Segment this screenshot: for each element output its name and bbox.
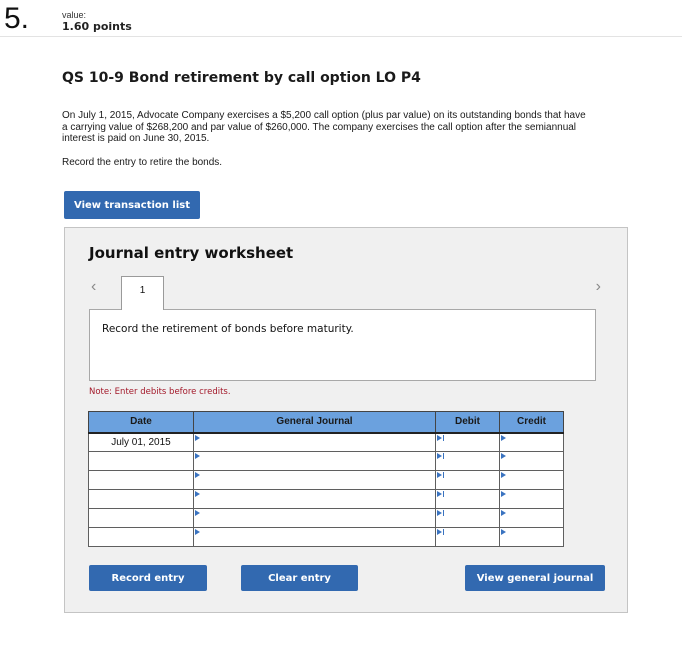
column-header-credit: Credit <box>499 411 564 434</box>
dropdown-marker-icon <box>195 529 200 535</box>
account-select[interactable] <box>194 509 435 527</box>
worksheet-tab-1[interactable]: 1 <box>121 276 164 310</box>
debit-input[interactable] <box>436 509 499 527</box>
journal-header-row: Date General Journal Debit Credit <box>88 411 564 434</box>
cursor-bar-icon <box>443 529 444 535</box>
dropdown-marker-icon <box>195 434 200 441</box>
credit-input[interactable] <box>500 528 563 546</box>
date-cell <box>88 470 194 490</box>
dropdown-marker-icon <box>437 434 442 441</box>
dropdown-marker-icon <box>195 472 200 478</box>
debit-cell <box>435 432 500 452</box>
problem-title: QS 10-9 Bond retirement by call option L… <box>62 70 421 86</box>
journal-row <box>88 451 564 471</box>
problem-instruction: Record the entry to retire the bonds. <box>62 157 223 168</box>
chevron-right-icon[interactable]: › <box>596 278 601 296</box>
credit-cell <box>499 527 564 547</box>
date-cell <box>88 451 194 471</box>
dropdown-marker-icon <box>195 453 200 459</box>
dropdown-marker-icon <box>501 472 506 478</box>
entry-note: Note: Enter debits before credits. <box>89 387 231 397</box>
dropdown-marker-icon <box>501 529 506 535</box>
debit-input[interactable] <box>436 490 499 508</box>
column-header-general-journal: General Journal <box>193 411 436 434</box>
date-cell <box>88 508 194 528</box>
debit-input[interactable] <box>436 471 499 489</box>
credit-cell <box>499 470 564 490</box>
account-cell <box>193 527 436 547</box>
debit-cell <box>435 527 500 547</box>
account-cell <box>193 451 436 471</box>
journal-row <box>88 527 564 547</box>
entry-description-box: Record the retirement of bonds before ma… <box>89 309 596 381</box>
journal-row <box>88 470 564 490</box>
date-cell: July 01, 2015 <box>88 432 194 452</box>
points-value: 1.60 points <box>62 20 132 33</box>
debit-input[interactable] <box>436 528 499 546</box>
credit-cell <box>499 489 564 509</box>
column-header-date: Date <box>88 411 194 434</box>
chevron-left-icon[interactable]: ‹ <box>91 278 96 296</box>
dropdown-marker-icon <box>437 529 442 535</box>
credit-cell <box>499 432 564 452</box>
dropdown-marker-icon <box>501 453 506 459</box>
journal-table: Date General Journal Debit Credit July 0… <box>88 411 564 547</box>
account-cell <box>193 432 436 452</box>
journal-row <box>88 489 564 509</box>
debit-cell <box>435 470 500 490</box>
account-select[interactable] <box>194 528 435 546</box>
journal-row <box>88 508 564 528</box>
dropdown-marker-icon <box>501 510 506 516</box>
date-cell <box>88 489 194 509</box>
dropdown-marker-icon <box>437 491 442 497</box>
account-cell <box>193 470 436 490</box>
cursor-bar-icon <box>443 453 444 459</box>
dropdown-marker-icon <box>195 491 200 497</box>
clear-entry-button[interactable]: Clear entry <box>241 565 358 591</box>
account-select[interactable] <box>194 471 435 489</box>
cursor-bar-icon <box>443 434 444 441</box>
dropdown-marker-icon <box>501 491 506 497</box>
question-number: 5. <box>4 2 30 35</box>
date-cell <box>88 527 194 547</box>
credit-input[interactable] <box>500 452 563 470</box>
account-select[interactable] <box>194 452 435 470</box>
account-select[interactable] <box>194 433 435 451</box>
cursor-bar-icon <box>443 491 444 497</box>
dropdown-marker-icon <box>437 510 442 516</box>
account-select[interactable] <box>194 490 435 508</box>
view-transaction-list-button[interactable]: View transaction list <box>64 191 200 219</box>
record-entry-button[interactable]: Record entry <box>89 565 207 591</box>
journal-row: July 01, 2015 <box>88 432 564 452</box>
credit-cell <box>499 451 564 471</box>
credit-cell <box>499 508 564 528</box>
problem-text: On July 1, 2015, Advocate Company exerci… <box>62 110 586 144</box>
journal-entry-worksheet: Journal entry worksheet ‹ › 1 Record the… <box>64 227 628 613</box>
cursor-bar-icon <box>443 510 444 516</box>
view-general-journal-button[interactable]: View general journal <box>465 565 605 591</box>
debit-cell <box>435 489 500 509</box>
dropdown-marker-icon <box>195 510 200 516</box>
debit-cell <box>435 451 500 471</box>
worksheet-title: Journal entry worksheet <box>89 244 294 262</box>
column-header-debit: Debit <box>435 411 500 434</box>
debit-input[interactable] <box>436 452 499 470</box>
dropdown-marker-icon <box>437 472 442 478</box>
credit-input[interactable] <box>500 509 563 527</box>
entry-description: Record the retirement of bonds before ma… <box>102 323 354 335</box>
debit-cell <box>435 508 500 528</box>
credit-input[interactable] <box>500 433 563 451</box>
debit-input[interactable] <box>436 433 499 451</box>
dropdown-marker-icon <box>437 453 442 459</box>
cursor-bar-icon <box>443 472 444 478</box>
dropdown-marker-icon <box>501 434 506 441</box>
account-cell <box>193 489 436 509</box>
value-label: value: <box>62 10 87 20</box>
credit-input[interactable] <box>500 471 563 489</box>
credit-input[interactable] <box>500 490 563 508</box>
account-cell <box>193 508 436 528</box>
header-divider <box>0 36 682 37</box>
